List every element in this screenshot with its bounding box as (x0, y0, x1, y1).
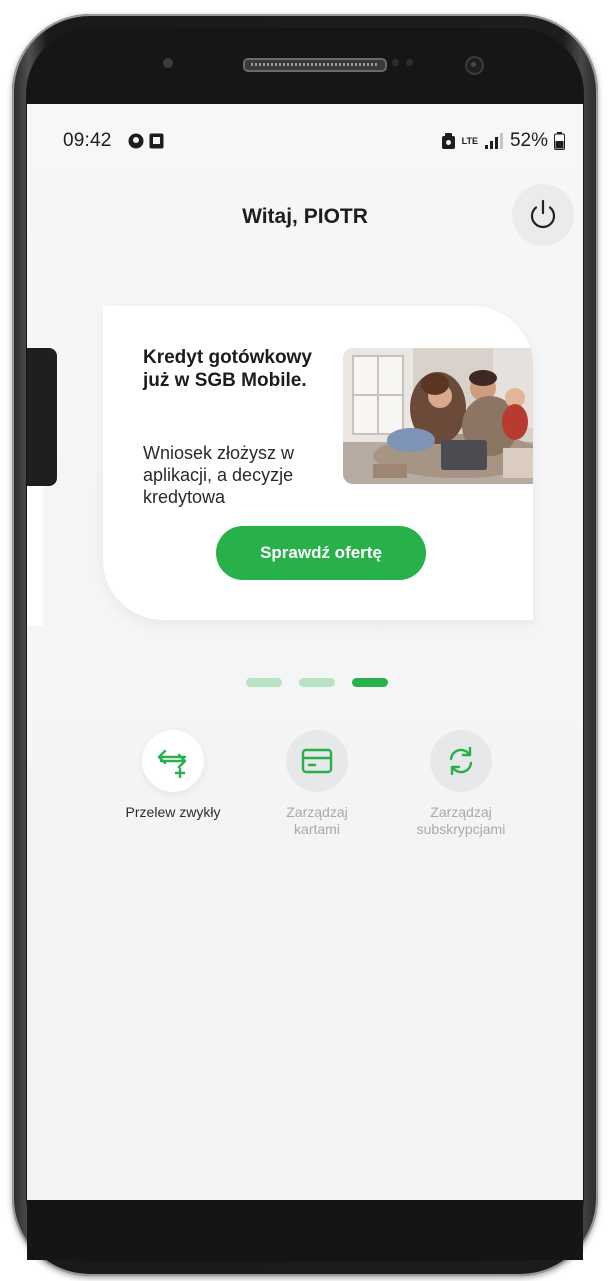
power-icon (530, 199, 556, 229)
refresh-icon (449, 746, 473, 776)
alarm-icon (441, 132, 455, 149)
signal-icon (484, 133, 503, 149)
transfer-icon (157, 749, 187, 778)
carousel-indicator (246, 678, 388, 687)
phone-chin (27, 1200, 583, 1260)
network-type: LTE (461, 135, 478, 146)
battery-icon (554, 132, 565, 150)
carousel-previous-card[interactable] (27, 348, 57, 486)
quick-action-transfer[interactable]: Przelew zwykły (123, 730, 223, 821)
carousel-previous-card-body (27, 486, 43, 626)
carousel-dot[interactable] (246, 678, 282, 687)
promo-card[interactable]: Kredyt gotówkowy już w SGB Mobile. Wnios… (103, 306, 533, 620)
front-camera (465, 56, 484, 75)
card-icon (301, 748, 333, 774)
app-screen: 09:42 LTE 52% Witaj, PIOTR Kredyt gotówk… (27, 104, 583, 1200)
notification-icon (128, 133, 144, 149)
quick-action-icon-wrap (142, 730, 204, 792)
status-indicators: LTE 52% (441, 130, 565, 152)
quick-action-label: Zarządzaj kartami (286, 804, 348, 837)
quick-action-label: Przelew zwykły (125, 804, 221, 820)
quick-action-icon-wrap (286, 730, 348, 792)
sensor-dot (392, 59, 399, 66)
logout-button[interactable] (512, 184, 574, 246)
promo-photo (343, 348, 533, 484)
image-notification-icon (149, 133, 164, 149)
family-photo (343, 348, 533, 484)
carousel-dot-active[interactable] (352, 678, 388, 687)
quick-action-label: Zarządzaj subskrypcjami (416, 804, 506, 837)
promo-description: Wniosek złożysz w aplikacji, a decyzje k… (143, 443, 295, 507)
earpiece-speaker (243, 58, 387, 72)
status-bar: 09:42 LTE 52% (27, 104, 583, 162)
greeting-title: Witaj, PIOTR (242, 205, 368, 228)
carousel-dot[interactable] (299, 678, 335, 687)
quick-action-icon-wrap (430, 730, 492, 792)
battery-percent: 52% (509, 130, 548, 151)
check-offer-button[interactable]: Sprawdź ofertę (216, 526, 426, 580)
proximity-sensor (163, 58, 173, 68)
promo-title: Kredyt gotówkowy już w SGB Mobile. (143, 347, 312, 391)
quick-action-manage-cards[interactable]: Zarządzaj kartami (267, 730, 367, 838)
sensor-dot (406, 59, 413, 66)
quick-action-manage-subscriptions[interactable]: Zarządzaj subskrypcjami (411, 730, 511, 838)
status-time: 09:42 (63, 130, 112, 151)
